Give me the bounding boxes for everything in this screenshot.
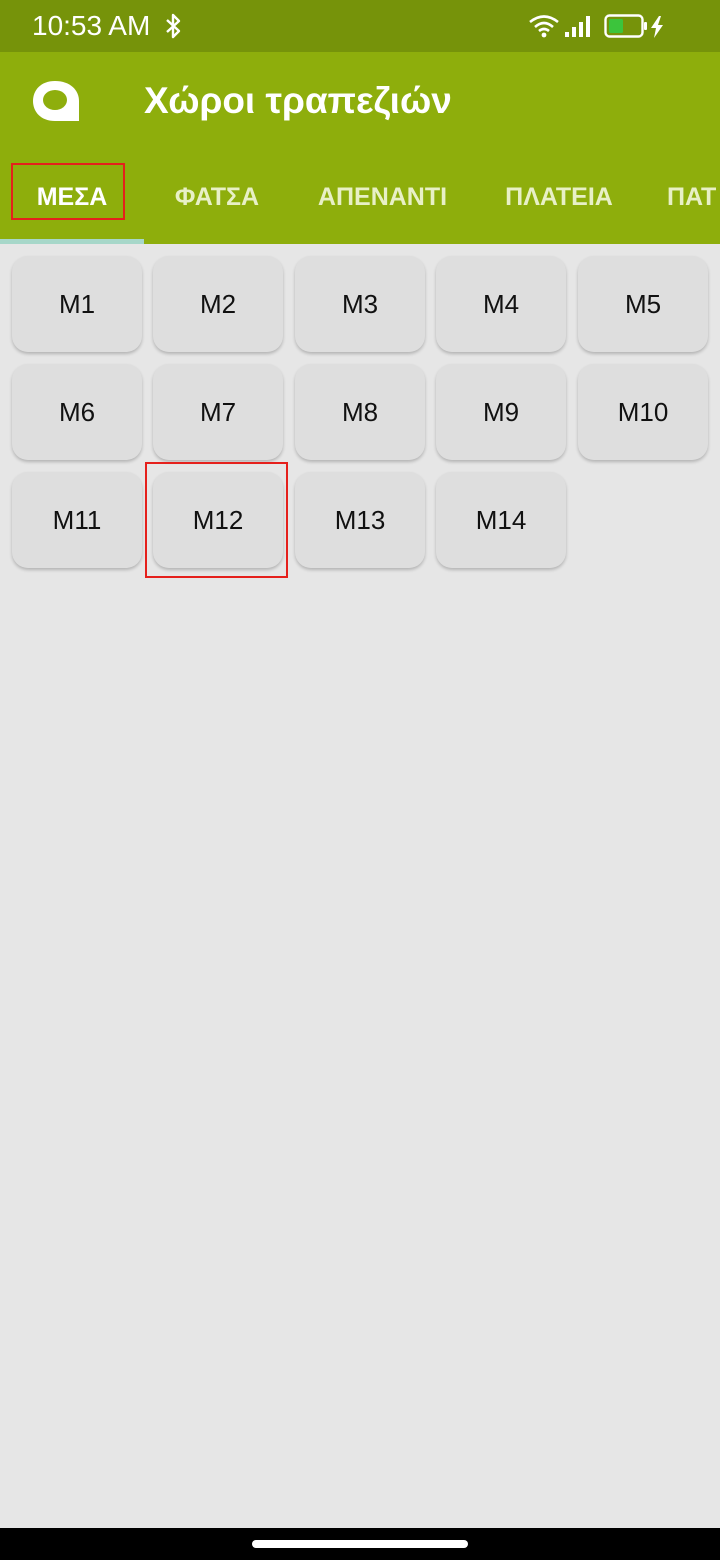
app-logo-icon	[33, 81, 79, 121]
tab-label: ΠΛΑΤΕΙΑ	[505, 183, 613, 211]
page-title: Χώροι τραπεζιών	[144, 80, 452, 121]
table-button-m13[interactable]: M13	[295, 472, 425, 568]
table-button-m7[interactable]: M7	[153, 364, 283, 460]
table-button-m8[interactable]: M8	[295, 364, 425, 460]
table-button-m10[interactable]: M10	[578, 364, 708, 460]
status-bar: 10:53 AM	[0, 0, 720, 52]
charging-icon	[651, 16, 663, 38]
table-button-m4[interactable]: M4	[436, 256, 566, 352]
navigation-bar	[0, 1528, 720, 1560]
table-button-m5[interactable]: M5	[578, 256, 708, 352]
status-time: 10:53 AM	[32, 10, 151, 41]
table-button-m14[interactable]: M14	[436, 472, 566, 568]
tab-label: ΠΑΤ	[667, 183, 717, 211]
tab-fatsa[interactable]: ΦΑΤΣΑ	[144, 162, 290, 244]
bluetooth-icon	[166, 13, 181, 39]
table-button-m12[interactable]: M12	[153, 472, 283, 568]
table-button-m6[interactable]: M6	[12, 364, 142, 460]
signal-icon	[565, 16, 590, 37]
table-button-m2[interactable]: M2	[153, 256, 283, 352]
battery-icon	[604, 14, 647, 38]
table-button-m3[interactable]: M3	[295, 256, 425, 352]
tab-label: ΦΑΤΣΑ	[174, 183, 260, 211]
app-bar: Χώροι τραπεζιών ΜΕΣΑ ΦΑΤΣΑ ΑΠΕΝΑΝΤΙ ΠΛΑΤ…	[0, 52, 720, 244]
table-button-m1[interactable]: M1	[12, 256, 142, 352]
tab-apenanti[interactable]: ΑΠΕΝΑΝΤΙ	[290, 162, 475, 244]
wifi-icon	[529, 15, 559, 38]
table-button-m11[interactable]: M11	[12, 472, 142, 568]
home-indicator[interactable]	[252, 1540, 468, 1548]
tab-indicator	[0, 239, 144, 244]
tab-bar: ΜΕΣΑ ΦΑΤΣΑ ΑΠΕΝΑΝΤΙ ΠΛΑΤΕΙΑ ΠΑΤ	[0, 162, 720, 244]
tab-plateia[interactable]: ΠΛΑΤΕΙΑ	[475, 162, 643, 244]
table-button-m9[interactable]: M9	[436, 364, 566, 460]
tab-label: ΑΠΕΝΑΝΤΙ	[317, 183, 448, 211]
tab-pat[interactable]: ΠΑΤ	[643, 162, 720, 244]
tab-highlight-box	[11, 163, 125, 220]
